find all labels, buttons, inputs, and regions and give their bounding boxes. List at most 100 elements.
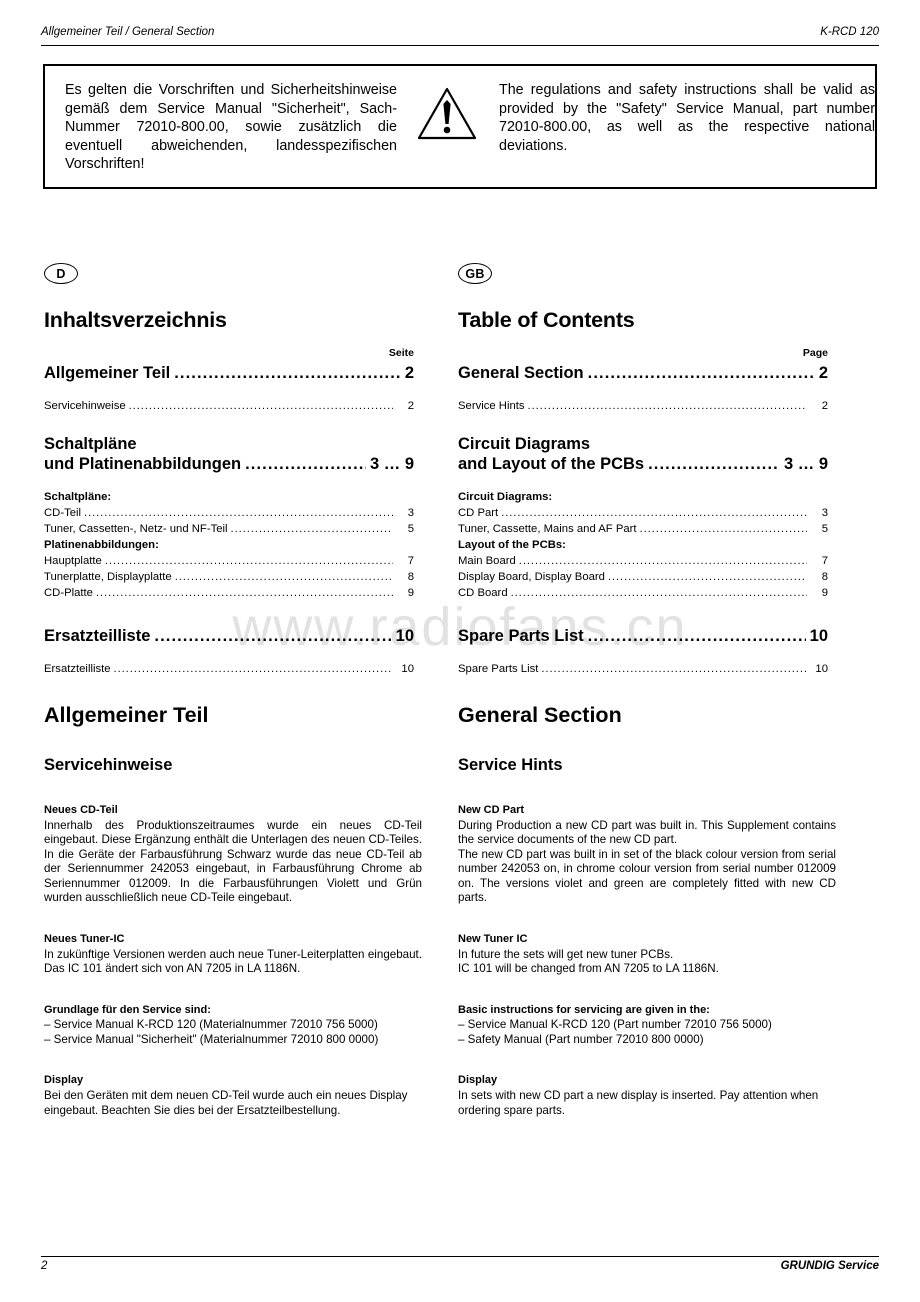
toc-dot-leader: ........................................… xyxy=(174,365,401,382)
toc-title-german: Inhaltsverzeichnis xyxy=(44,308,227,332)
toc-entry-label: Display Board, Display Board xyxy=(458,571,605,583)
toc-entry-label: Tuner, Cassette, Mains and AF Part xyxy=(458,523,637,535)
block-heading: New Tuner IC xyxy=(458,933,528,946)
warning-text-english: The regulations and safety instructions … xyxy=(499,82,875,154)
toc-entry-level2[interactable]: Tuner, Cassetten-, Netz- und NF-Teil ...… xyxy=(44,521,414,537)
section-title-german: Allgemeiner Teil xyxy=(44,703,209,727)
block-list-item: – Safety Manual (Part number 72010 800 0… xyxy=(458,1032,704,1046)
toc-group-heading: Circuit Diagrams: xyxy=(458,491,553,503)
toc-entry-page: 7 xyxy=(821,555,828,567)
toc-entry-level2[interactable]: Ersatzteilliste ........................… xyxy=(44,661,414,677)
toc-entry-level2[interactable]: CD-Platte ..............................… xyxy=(44,585,414,601)
toc-entry-level2[interactable]: Service Hints ..........................… xyxy=(458,398,828,414)
toc-entry-level2[interactable]: Tunerplatte, Displayplatte .............… xyxy=(44,569,414,585)
toc-entry-page: 9 xyxy=(407,587,414,599)
block-heading: Display xyxy=(458,1074,498,1087)
toc-entry-level1-line1: Circuit Diagrams xyxy=(458,435,591,453)
toc-entry-label: CD-Teil xyxy=(44,507,82,519)
toc-group-heading: Layout of the PCBs: xyxy=(458,539,566,551)
toc-entry-page: 10 xyxy=(395,627,414,645)
toc-entry-level1[interactable]: and Layout of the PCBs .................… xyxy=(458,455,828,474)
warning-text-german-container: Es gelten die Vorschriften und Sicherhei… xyxy=(45,66,397,193)
language-badge-de: D xyxy=(44,263,78,284)
content-block: Neues CD-Teil Innerhalb des Produktionsz… xyxy=(44,803,422,906)
toc-entry-level2[interactable]: Servicehinweise ........................… xyxy=(44,398,414,414)
body-section-german: Allgemeiner Teil Servicehinweise Neues C… xyxy=(44,703,422,1144)
toc-dot-leader: ........................................… xyxy=(607,572,807,583)
toc-entry-level2[interactable]: CD Board ...............................… xyxy=(458,585,828,601)
toc-entry-label: Hauptplatte xyxy=(44,555,102,567)
toc-page-label-english: Page xyxy=(802,347,828,359)
content-block: Display In sets with new CD part a new d… xyxy=(458,1073,836,1118)
running-header-right: K-RCD 120 xyxy=(820,26,879,38)
warning-text-german: Es gelten die Vorschriften und Sicherhei… xyxy=(65,82,397,173)
toc-entry-level2[interactable]: CD Part ................................… xyxy=(458,505,828,521)
toc-dot-leader: ........................................… xyxy=(527,401,807,412)
block-text: IC 101 will be changed from AN 7205 to L… xyxy=(458,962,719,976)
block-text: During Production a new CD part was buil… xyxy=(458,818,836,847)
toc-entry-level1[interactable]: Spare Parts List .......................… xyxy=(458,627,828,646)
toc-entry-page: 5 xyxy=(821,523,828,535)
toc-group-heading: Platinenabbildungen: xyxy=(44,539,159,551)
toc-entry-page: 7 xyxy=(407,555,414,567)
content-block: Neues Tuner-IC In zukünftige Versionen w… xyxy=(44,932,422,977)
toc-entry-page: 2 xyxy=(818,364,828,382)
toc-entry-page: 10 xyxy=(401,663,414,675)
toc-entry-page: 8 xyxy=(407,571,414,583)
table-of-contents-english: Table of Contents Page General Section .… xyxy=(458,308,828,677)
toc-entry-page: 2 xyxy=(407,400,414,412)
block-heading: Neues Tuner-IC xyxy=(44,933,125,946)
toc-entry-label: Main Board xyxy=(458,555,516,567)
toc-dot-leader: ........................................… xyxy=(510,588,807,599)
block-list-item: – Service Manual K-RCD 120 (Part number … xyxy=(458,1018,772,1032)
toc-entry-page: 2 xyxy=(404,364,414,382)
toc-dot-leader: ........................................… xyxy=(230,524,393,535)
block-text: Innerhalb des Produktionszeitraumes wurd… xyxy=(44,818,422,905)
footer-divider xyxy=(41,1256,879,1257)
toc-entry-page: 10 xyxy=(815,663,828,675)
language-badge-gb: GB xyxy=(458,263,492,284)
toc-entry-level2[interactable]: Hauptplatte ............................… xyxy=(44,553,414,569)
content-block: New Tuner IC In future the sets will get… xyxy=(458,932,836,977)
toc-entry-level1[interactable]: Allgemeiner Teil .......................… xyxy=(44,364,414,383)
toc-entry-label: Ersatzteilliste xyxy=(44,627,151,645)
toc-page-label-german: Seite xyxy=(388,347,414,359)
toc-entry-label: Spare Parts List xyxy=(458,663,539,675)
toc-entry-level1[interactable]: und Platinenabbildungen ................… xyxy=(44,455,414,474)
toc-dot-leader: ........................................… xyxy=(95,588,393,599)
toc-entry-level2[interactable]: CD-Teil ................................… xyxy=(44,505,414,521)
footer-page-number: 2 xyxy=(41,1260,48,1272)
toc-entry-level1[interactable]: General Section ........................… xyxy=(458,364,828,383)
toc-entry-level2[interactable]: Tuner, Cassette, Mains and AF Part .....… xyxy=(458,521,828,537)
toc-entry-label: Tuner, Cassetten-, Netz- und NF-Teil xyxy=(44,523,228,535)
content-block: Grundlage für den Service sind: – Servic… xyxy=(44,1003,422,1048)
toc-entry-page: 3 … 9 xyxy=(369,455,414,473)
block-heading: Basic instructions for servicing are giv… xyxy=(458,1003,710,1016)
toc-entry-level1[interactable]: Ersatzteilliste ........................… xyxy=(44,627,414,646)
toc-dot-leader: ........................................… xyxy=(84,508,393,519)
block-heading: Display xyxy=(44,1074,84,1087)
toc-entry-level2[interactable]: Display Board, Display Board ...........… xyxy=(458,569,828,585)
toc-entry-label: Spare Parts List xyxy=(458,627,584,645)
safety-warning-box: Es gelten die Vorschriften und Sicherhei… xyxy=(43,64,877,189)
toc-entry-level2[interactable]: Spare Parts List .......................… xyxy=(458,661,828,677)
document-page: www.radiofans.cn Allgemeiner Teil / Gene… xyxy=(0,0,920,1302)
toc-dot-leader: ........................................… xyxy=(501,508,807,519)
toc-entry-label: and Layout of the PCBs xyxy=(458,455,645,473)
toc-dot-leader: ........................................… xyxy=(648,456,780,473)
section-title-english: General Section xyxy=(458,703,622,727)
toc-entry-page: 10 xyxy=(809,627,828,645)
toc-entry-level2[interactable]: Main Board .............................… xyxy=(458,553,828,569)
toc-entry-label: CD Board xyxy=(458,587,508,599)
toc-dot-leader: ........................................… xyxy=(587,365,815,382)
toc-entry-level1-line1: Schaltpläne xyxy=(44,435,137,453)
toc-dot-leader: ........................................… xyxy=(104,556,393,567)
toc-group-heading: Schaltpläne: xyxy=(44,491,112,503)
content-block: New CD Part During Production a new CD p… xyxy=(458,803,836,906)
